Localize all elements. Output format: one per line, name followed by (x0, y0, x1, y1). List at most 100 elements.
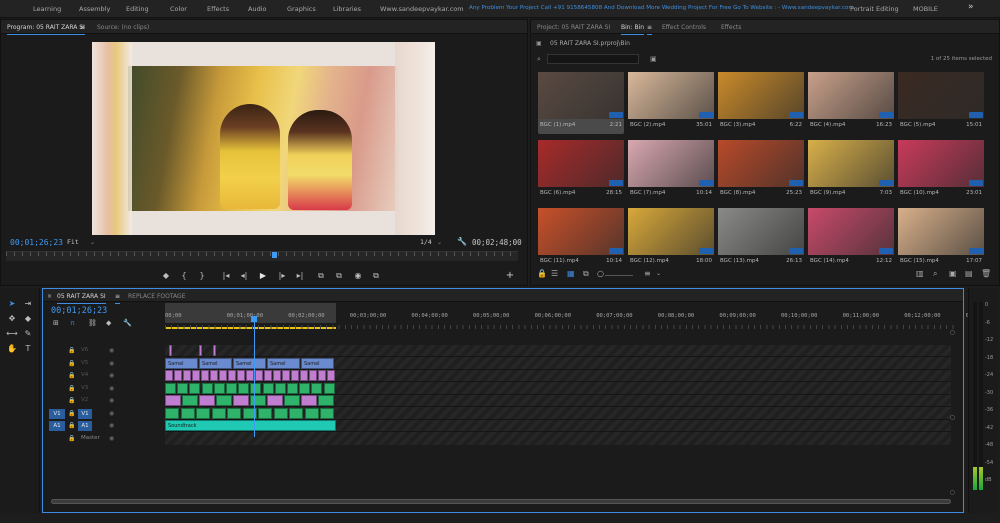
track-lock-icon[interactable]: 🔒 (68, 422, 75, 429)
source-patch[interactable]: A1 (49, 421, 65, 431)
video-clip[interactable] (165, 382, 176, 394)
sort-chevron-down-icon[interactable]: ⌄ (656, 269, 661, 279)
workspace-assembly[interactable]: Assembly (79, 5, 110, 13)
selection-tool-icon[interactable]: ➤ (6, 298, 18, 310)
razor-tool-icon[interactable]: ◆ (22, 313, 34, 325)
find-icon[interactable]: ⌕ (933, 269, 937, 279)
resolution-dropdown[interactable]: 1/4 (420, 238, 432, 246)
video-clip[interactable] (199, 345, 202, 356)
audio-clip[interactable]: Soundtrack (165, 420, 336, 431)
new-bin-icon[interactable]: ▣ (949, 269, 957, 279)
go-to-out-icon[interactable]: ▸| (294, 270, 306, 282)
scroll-handle-bottom[interactable]: ○ (950, 489, 955, 496)
workspace-promo[interactable]: Any Problem Your Project Call +91 915864… (469, 5, 854, 11)
bin-item[interactable]: BGC (4).mp4 16:23 (808, 72, 894, 134)
bin-item[interactable]: BGC (11).mp4 10:14 (538, 208, 624, 270)
slip-tool-icon[interactable]: ⟷ (6, 328, 18, 340)
video-clip[interactable] (227, 407, 241, 419)
folder-icon[interactable]: ▣ (536, 40, 542, 47)
video-clip[interactable] (282, 370, 290, 381)
video-clip[interactable] (255, 370, 263, 381)
workspace-effects[interactable]: Effects (207, 5, 229, 13)
video-clip[interactable] (250, 382, 262, 394)
video-clip[interactable] (273, 407, 288, 419)
video-clip[interactable] (258, 407, 272, 419)
video-clip[interactable] (201, 382, 213, 394)
more-workspaces-icon[interactable]: » (968, 2, 974, 12)
video-clip[interactable] (246, 370, 254, 381)
video-clip[interactable] (199, 395, 215, 406)
tab-project[interactable]: Project: 05 RAIT ZARA SI (537, 24, 610, 31)
bin-item[interactable]: BGC (8).mp4 25:23 (718, 140, 804, 202)
step-forward-icon[interactable]: |▸ (276, 270, 288, 282)
wrench-icon[interactable]: 🔧 (457, 237, 467, 246)
button-editor-add-icon[interactable]: + (504, 270, 516, 282)
tab-replace-footage[interactable]: REPLACE FOOTAGE (128, 293, 185, 300)
workspace-libraries[interactable]: Libraries (333, 5, 361, 13)
workspace-editing[interactable]: Editing (126, 5, 149, 13)
add-marker-icon[interactable]: ◆ (160, 270, 172, 282)
bin-search-input[interactable] (547, 54, 639, 64)
video-clip[interactable] (165, 395, 181, 406)
freeform-view-icon[interactable]: ⧉ (583, 269, 589, 279)
timeline-settings-icon[interactable]: 🔧 (123, 319, 132, 327)
track-lock-icon[interactable]: 🔒 (68, 397, 75, 404)
title-clip[interactable]: Samel (199, 357, 232, 369)
video-clip[interactable] (301, 395, 317, 406)
snap-icon[interactable]: ∩ (70, 319, 75, 327)
program-time-ruler[interactable] (6, 251, 518, 261)
lock-icon[interactable]: 🔒 (537, 269, 547, 279)
bin-item[interactable]: BGC (2).mp4 35:01 (628, 72, 714, 134)
video-clip[interactable] (233, 395, 249, 406)
tab-effects[interactable]: Effects (721, 24, 741, 31)
tab-effect-controls[interactable]: Effect Controls (662, 24, 706, 31)
track-visibility-icon[interactable]: ◉ (109, 410, 114, 417)
video-clip[interactable] (238, 382, 250, 394)
video-clip[interactable] (323, 382, 335, 394)
zoom-slider-handle[interactable]: ○ (597, 269, 604, 279)
program-video-frame[interactable] (92, 42, 435, 235)
video-clip[interactable] (327, 370, 335, 381)
mark-in-icon[interactable]: { (178, 270, 190, 282)
track-visibility-icon[interactable]: ◉ (109, 347, 114, 354)
new-item-icon[interactable]: ▤ (965, 269, 973, 279)
comparison-view-icon[interactable]: ⧉ (370, 270, 382, 282)
title-clip[interactable]: Samel (301, 357, 334, 369)
video-clip[interactable] (318, 395, 334, 406)
bin-item[interactable]: BGC (13).mp4 26:13 (718, 208, 804, 270)
nest-icon[interactable]: ⊞ (53, 319, 59, 327)
timeline-playhead-line[interactable] (254, 319, 255, 437)
video-clip[interactable] (189, 382, 201, 394)
track-header[interactable]: 🔒 V3 ◉ (43, 383, 165, 395)
video-clip[interactable] (273, 370, 281, 381)
track-lock-icon[interactable]: 🔒 (68, 347, 75, 354)
video-clip[interactable] (274, 382, 286, 394)
video-clip[interactable] (182, 395, 198, 406)
source-patch[interactable]: V1 (49, 408, 65, 419)
video-clip[interactable] (237, 370, 245, 381)
track-area[interactable]: Samel Samel Samel Samel Samel Soundtrack (165, 345, 951, 445)
track-lock-icon[interactable]: 🔒 (68, 372, 75, 379)
video-clip[interactable] (304, 407, 319, 419)
track-select-tool-icon[interactable]: ⇥ (22, 298, 34, 310)
new-search-bin-icon[interactable]: ▣ (650, 55, 657, 63)
bin-item[interactable]: BGC (6).mp4 28:15 (538, 140, 624, 202)
track-visibility-icon[interactable]: ◉ (109, 435, 114, 442)
video-clip[interactable] (287, 382, 298, 394)
tab-sequence[interactable]: 05 RAIT ZARA SI (57, 293, 106, 304)
type-tool-icon[interactable]: T (22, 343, 34, 355)
add-marker-timeline-icon[interactable]: ◆ (106, 319, 111, 327)
track-lock-icon[interactable]: 🔒 (68, 360, 75, 367)
close-icon[interactable]: × (47, 293, 52, 300)
scroll-handle-mid[interactable]: ○ (950, 414, 955, 421)
linked-selection-icon[interactable]: ⛓ (88, 319, 97, 327)
delete-icon[interactable]: 🗑 (981, 269, 991, 279)
list-view-icon[interactable]: ☰ (551, 269, 558, 279)
tab-source[interactable]: Source: (no clips) (97, 24, 149, 31)
video-clip[interactable] (300, 370, 308, 381)
lift-icon[interactable]: ⧉ (315, 270, 327, 282)
video-clip[interactable] (213, 382, 225, 394)
program-playhead[interactable] (272, 252, 278, 258)
track-row[interactable] (165, 345, 951, 357)
video-clip[interactable] (320, 407, 334, 419)
